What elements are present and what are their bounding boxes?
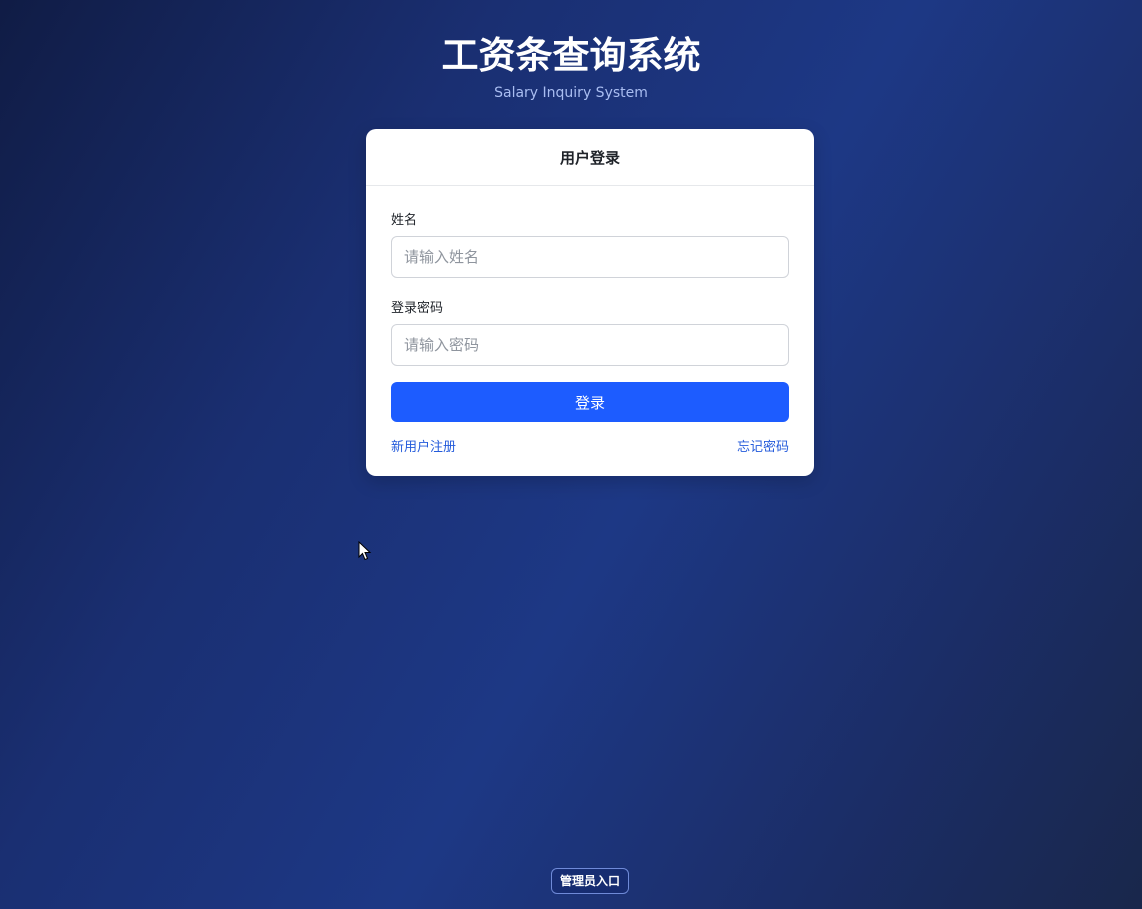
password-field-group: 登录密码 xyxy=(391,300,789,366)
register-link[interactable]: 新用户注册 xyxy=(391,439,456,457)
name-label: 姓名 xyxy=(391,213,418,228)
admin-entry-button[interactable]: 管理员入口 xyxy=(551,868,629,894)
forgot-password-link[interactable]: 忘记密码 xyxy=(737,439,789,457)
password-label: 登录密码 xyxy=(391,301,444,316)
app-subtitle: Salary Inquiry System xyxy=(494,85,648,101)
auth-links: 新用户注册 忘记密码 xyxy=(391,439,789,457)
app-header: 工资条查询系统 Salary Inquiry System xyxy=(0,34,1142,102)
name-input[interactable] xyxy=(391,236,789,278)
mouse-pointer-icon xyxy=(358,541,372,561)
name-field-group: 姓名 xyxy=(391,212,789,278)
login-form: 姓名 登录密码 登录 新用户注册 忘记密码 xyxy=(366,186,814,457)
login-button[interactable]: 登录 xyxy=(391,382,789,422)
login-card: 用户登录 姓名 登录密码 登录 新用户注册 忘记密码 xyxy=(366,129,814,476)
login-card-title: 用户登录 xyxy=(366,129,814,186)
app-title: 工资条查询系统 xyxy=(441,34,701,77)
password-input[interactable] xyxy=(391,324,789,366)
